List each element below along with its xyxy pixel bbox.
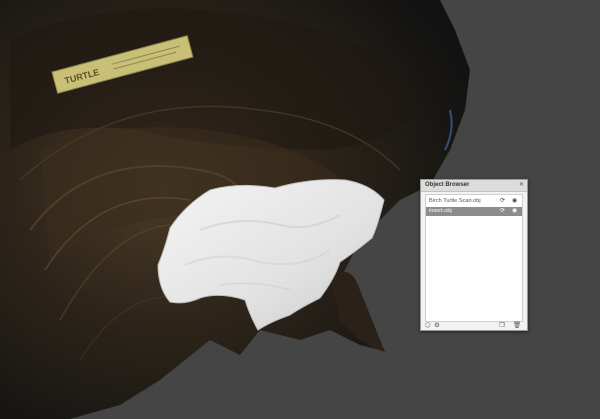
eye-icon[interactable]: ◉ xyxy=(512,197,517,206)
transform-icon[interactable]: ⟳ xyxy=(500,197,505,206)
duplicate-icon[interactable]: ❐ xyxy=(499,322,505,330)
eye-icon[interactable]: ◉ xyxy=(512,207,517,216)
object-browser-header[interactable]: Object Browser ✕ xyxy=(421,180,527,192)
object-browser-footer: ⬡ ⚙ ❐ 🗑 xyxy=(425,321,523,331)
object-row-insert[interactable]: insert.obj ⟳ ◉ xyxy=(426,207,522,216)
trash-icon[interactable]: 🗑 xyxy=(513,322,521,330)
object-browser-panel: Object Browser ✕ Birch Turtle Scan.obj ⟳… xyxy=(420,179,528,331)
object-list: Birch Turtle Scan.obj ⟳ ◉ insert.obj ⟳ ◉ xyxy=(425,194,523,322)
add-object-icon[interactable]: ⬡ xyxy=(425,322,431,330)
object-browser-title: Object Browser xyxy=(425,182,470,188)
settings-icon[interactable]: ⚙ xyxy=(434,322,440,330)
object-name: Birch Turtle Scan.obj xyxy=(429,198,481,204)
close-icon[interactable]: ✕ xyxy=(519,181,524,190)
object-row-birch-turtle-scan[interactable]: Birch Turtle Scan.obj ⟳ ◉ xyxy=(426,197,522,206)
object-name: insert.obj xyxy=(429,208,452,214)
transform-icon[interactable]: ⟳ xyxy=(500,207,505,216)
